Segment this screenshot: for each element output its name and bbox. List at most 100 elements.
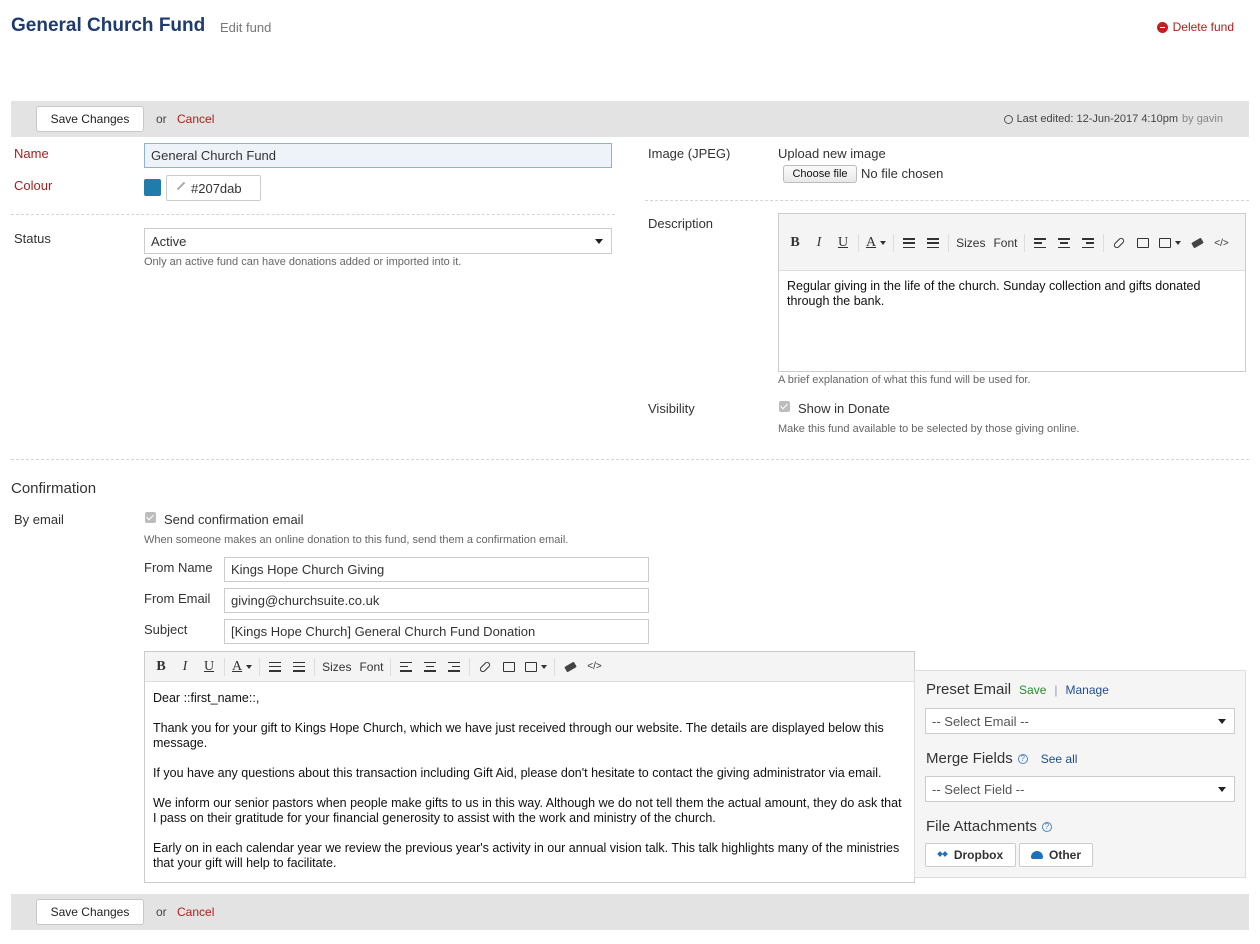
sizes-button[interactable]: Sizes [952,230,989,257]
font-button[interactable]: Font [355,653,387,680]
eraser-icon [564,661,577,672]
name-input[interactable]: General Church Fund [144,143,612,168]
bullet-list-button[interactable] [263,653,287,680]
numbered-list-button[interactable] [921,230,945,257]
bold-button[interactable]: B [149,653,173,680]
dropbox-button[interactable]: Dropbox [925,843,1016,867]
colour-label: Colour [14,178,53,193]
toolbar-separator [858,234,859,252]
page-subtitle: Edit fund [220,20,272,35]
file-attachments-title: File Attachments [926,818,1037,835]
text-color-button[interactable]: A [862,230,890,257]
delete-fund-link[interactable]: Delete fund [1156,20,1234,34]
email-body-editor[interactable]: B I U A Sizes Font </> Dear ::first_name… [144,651,915,883]
text-color-button[interactable]: A [228,653,256,680]
from-email-input[interactable]: giving@churchsuite.co.uk [224,588,649,613]
sizes-button[interactable]: Sizes [318,653,355,680]
bullet-list-icon [903,238,916,248]
font-button[interactable]: Font [989,230,1021,257]
save-changes-button[interactable]: Save Changes [36,106,144,132]
align-right-button[interactable] [1076,230,1100,257]
send-confirmation-checkbox[interactable] [145,512,156,523]
chevron-down-icon [1218,787,1226,792]
toolbar-separator [224,657,225,676]
see-all-link[interactable]: See all [1041,752,1078,766]
underline-button[interactable]: U [831,230,855,257]
bold-button[interactable]: B [783,230,807,257]
camera-icon [503,661,516,672]
dropbox-icon [938,850,948,860]
email-toolbar: B I U A Sizes Font </> [145,652,914,682]
link-icon [479,660,492,673]
email-side-panel: Preset Email Save | Manage -- Select Ema… [914,670,1246,878]
code-view-button[interactable]: </> [582,653,606,680]
numbered-list-button[interactable] [287,653,311,680]
help-icon[interactable]: ? [1017,753,1028,764]
email-body-content[interactable]: Dear ::first_name::, Thank you for your … [145,682,914,882]
camera-icon [1137,238,1150,248]
numbered-list-icon [293,661,306,672]
chevron-down-icon [1218,719,1226,724]
clear-format-button[interactable] [558,653,582,680]
align-center-button[interactable] [1052,230,1076,257]
subject-label: Subject [144,622,188,637]
bullet-list-button[interactable] [897,230,921,257]
merge-field-select[interactable]: -- Select Field -- [925,776,1235,802]
align-left-button[interactable] [1028,230,1052,257]
subject-input[interactable]: [Kings Hope Church] General Church Fund … [224,619,649,644]
cancel-link[interactable]: Cancel [177,112,214,126]
confirmation-heading: Confirmation [11,480,97,497]
choose-file-button[interactable]: Choose file [783,165,857,183]
preset-email-value: -- Select Email -- [932,713,1029,729]
email-paragraph: We inform our senior pastors when people… [153,796,902,825]
email-paragraph: Thank you for your gift to Kings Hope Ch… [153,721,884,750]
send-confirmation-help: When someone makes an online donation to… [144,534,569,546]
other-attachment-button[interactable]: Other [1019,843,1093,867]
code-view-button[interactable]: </> [1209,230,1233,257]
toolbar-separator [469,657,471,676]
image-label: Image (JPEG) [648,146,731,161]
top-action-bar: Save Changes or Cancel Last edited: 12-J… [11,101,1249,137]
divider [645,200,1249,201]
clear-format-button[interactable] [1185,230,1209,257]
italic-button[interactable]: I [173,653,197,680]
last-edited-by: by gavin [1182,113,1223,125]
show-in-donate-checkbox[interactable] [779,401,790,412]
description-toolbar: B I U A Sizes Font </> [779,214,1245,271]
minus-circle-icon [1156,21,1168,33]
merge-fields-header: Merge Fields ? See all [926,750,1077,767]
colour-swatch[interactable] [144,179,161,196]
status-help: Only an active fund can have donations a… [144,256,462,268]
preset-save-link[interactable]: Save [1019,683,1046,697]
description-content[interactable]: Regular giving in the life of the church… [779,271,1245,317]
align-left-button[interactable] [394,653,418,680]
from-email-label: From Email [144,591,211,606]
table-button[interactable] [521,653,551,680]
caret-down-icon [880,241,887,245]
save-changes-button[interactable]: Save Changes [36,899,144,925]
delete-fund-label: Delete fund [1172,20,1234,34]
italic-button[interactable]: I [807,230,831,257]
send-confirmation-label: Send confirmation email [164,512,304,527]
status-select[interactable]: Active [144,228,612,254]
link-button[interactable] [1107,230,1131,257]
colour-picker[interactable]: #207dab [166,175,261,201]
description-editor[interactable]: B I U A Sizes Font </> Regular giving in… [778,213,1246,372]
preset-email-select[interactable]: -- Select Email -- [925,708,1235,734]
cancel-link[interactable]: Cancel [177,905,214,919]
last-edited-info: Last edited: 12-Jun-2017 4:10pm by gavin [1003,113,1223,125]
align-right-icon [1082,238,1095,248]
link-button[interactable] [473,653,497,680]
align-center-icon [1058,238,1071,248]
table-button[interactable] [1155,230,1185,257]
image-button[interactable] [1131,230,1155,257]
divider [11,459,1249,460]
preset-manage-link[interactable]: Manage [1066,683,1109,697]
visibility-label: Visibility [648,401,695,416]
help-icon[interactable]: ? [1041,821,1052,832]
align-center-button[interactable] [418,653,442,680]
underline-button[interactable]: U [197,653,221,680]
from-name-input[interactable]: Kings Hope Church Giving [224,557,649,582]
align-right-button[interactable] [442,653,466,680]
image-button[interactable] [497,653,521,680]
